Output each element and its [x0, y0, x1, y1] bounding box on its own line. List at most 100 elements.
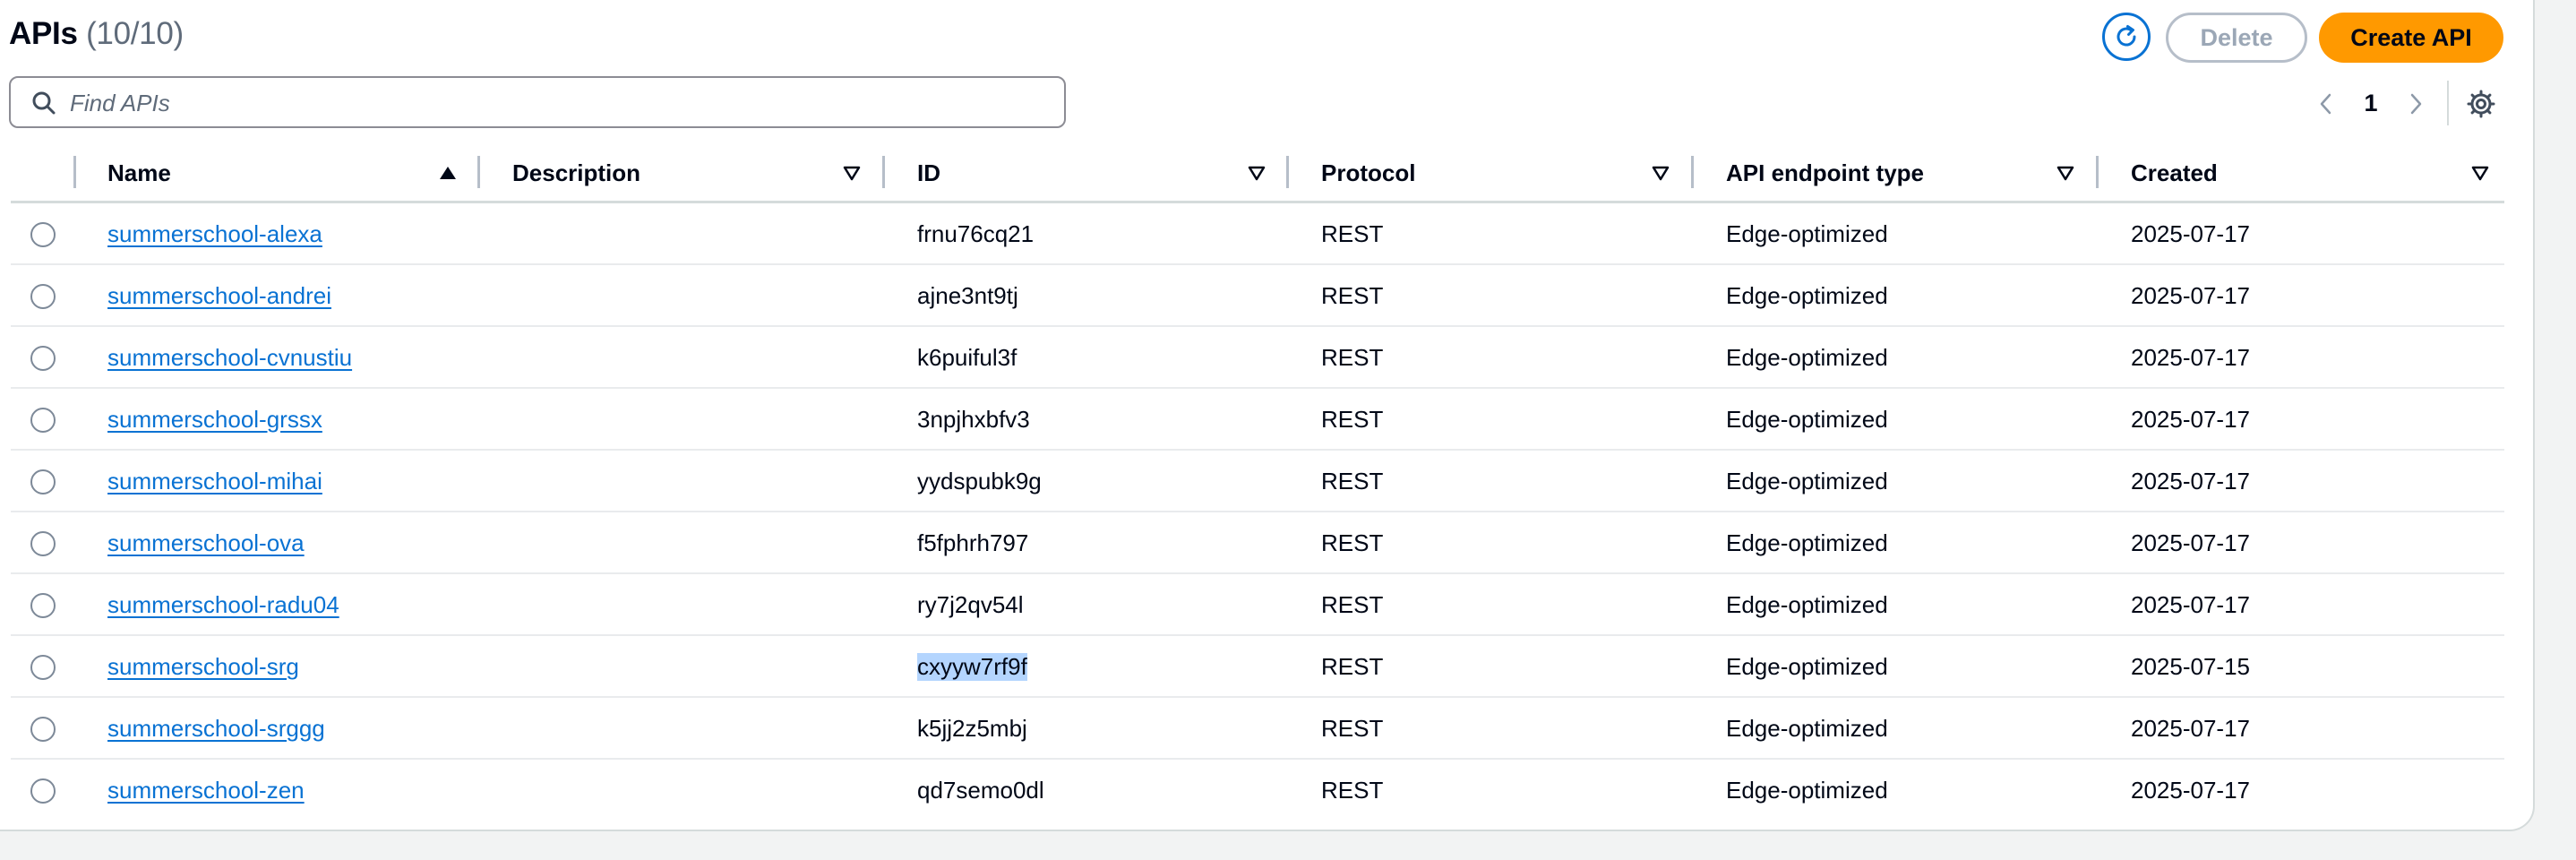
- row-select-radio[interactable]: [30, 593, 56, 618]
- column-header-id[interactable]: ID: [917, 145, 940, 201]
- cell-id: 3npjhxbfv3: [917, 389, 1030, 451]
- api-name-link[interactable]: summerschool-zen: [107, 777, 305, 804]
- cell-created: 2025-07-17: [2131, 777, 2250, 804]
- api-name-link[interactable]: summerschool-srggg: [107, 715, 325, 743]
- pagination-divider: [2447, 81, 2449, 125]
- api-name-link[interactable]: summerschool-mihai: [107, 468, 322, 495]
- cell-endpoint-type: Edge-optimized: [1726, 715, 1888, 742]
- row-select-radio[interactable]: [30, 655, 56, 680]
- cell-endpoint-type: Edge-optimized: [1726, 220, 1888, 247]
- create-api-button[interactable]: Create API: [2319, 13, 2503, 63]
- api-name-link[interactable]: summerschool-grssx: [107, 406, 322, 434]
- row-select-radio[interactable]: [30, 469, 56, 494]
- cell-id: f5fphrh797: [917, 512, 1028, 574]
- table-row[interactable]: summerschool-grssx 3npjhxbfv3 REST Edge-opt…: [11, 389, 2504, 451]
- cell-name: summerschool-radu04: [107, 574, 339, 636]
- table-row[interactable]: summerschool-andrei ajne3nt9tj REST Edge-op…: [11, 265, 2504, 327]
- search-box: [9, 76, 1066, 128]
- cell-endpoint-type: Edge-optimized: [1726, 653, 1888, 680]
- preferences-button[interactable]: [2465, 88, 2497, 120]
- cell-protocol: REST: [1321, 529, 1384, 556]
- api-name-link[interactable]: summerschool-radu04: [107, 591, 339, 619]
- cell-created: 2025-07-17: [2131, 591, 2250, 618]
- table-row[interactable]: summerschool-radu04 ry7j2qv54l REST Edge-op…: [11, 574, 2504, 636]
- previous-page-button[interactable]: [2313, 88, 2340, 120]
- api-name-link[interactable]: summerschool-ova: [107, 529, 305, 557]
- table-row[interactable]: summerschool-srggg k5jj2z5mbj REST Edge-opt…: [11, 698, 2504, 760]
- cell-endpoint-type: Edge-optimized: [1726, 777, 1888, 804]
- cell-id: ry7j2qv54l: [917, 574, 1024, 636]
- cell-created: 2025-07-15: [2131, 653, 2250, 680]
- apis-panel: APIs (10/10) Delete Create API 1: [0, 0, 2535, 831]
- cell-created: 2025-07-17: [2131, 529, 2250, 556]
- cell-name: summerschool-zen: [107, 760, 305, 821]
- cell-protocol: REST: [1321, 282, 1384, 309]
- api-id: k5jj2z5mbj: [917, 715, 1027, 742]
- column-separator[interactable]: [2096, 156, 2099, 188]
- table-row[interactable]: summerschool-mihai yydspubk9g REST Edge-opt…: [11, 451, 2504, 512]
- cell-id: k5jj2z5mbj: [917, 698, 1027, 760]
- sort-ascending-icon[interactable]: [438, 163, 458, 183]
- api-name-link[interactable]: summerschool-cvnustiu: [107, 344, 352, 372]
- cell-id: yydspubk9g: [917, 451, 1042, 512]
- row-select-radio[interactable]: [30, 284, 56, 309]
- chevron-left-icon: [2320, 93, 2331, 115]
- table-header: Name Description ID Protocol API endpoin…: [11, 145, 2504, 203]
- sort-icon[interactable]: [842, 163, 862, 183]
- cell-endpoint-type: Edge-optimized: [1726, 344, 1888, 371]
- column-header-endpoint-type[interactable]: API endpoint type: [1726, 145, 1924, 201]
- sort-icon[interactable]: [1651, 163, 1670, 183]
- cell-protocol: REST: [1321, 468, 1384, 494]
- column-separator[interactable]: [1286, 156, 1289, 188]
- search-input[interactable]: [68, 85, 1048, 121]
- column-header-description[interactable]: Description: [512, 145, 640, 201]
- page-title: APIs (10/10): [9, 16, 184, 52]
- column-separator[interactable]: [882, 156, 885, 188]
- table-row[interactable]: summerschool-cvnustiu k6puiful3f REST Edge-…: [11, 327, 2504, 389]
- row-select-radio[interactable]: [30, 717, 56, 742]
- row-select-radio[interactable]: [30, 222, 56, 247]
- cell-id: qd7semo0dl: [917, 760, 1044, 821]
- table-row[interactable]: summerschool-alexa frnu76cq21 REST Edge-opt…: [11, 203, 2504, 265]
- cell-name: summerschool-ova: [107, 512, 305, 574]
- api-name-link[interactable]: summerschool-alexa: [107, 220, 322, 248]
- column-header-created[interactable]: Created: [2131, 145, 2218, 201]
- cell-protocol: REST: [1321, 406, 1384, 433]
- table-row[interactable]: summerschool-zen qd7semo0dl REST Edge-optim…: [11, 760, 2504, 821]
- column-header-protocol[interactable]: Protocol: [1321, 145, 1415, 201]
- api-id: f5fphrh797: [917, 529, 1029, 556]
- next-page-button[interactable]: [2402, 88, 2429, 120]
- row-select-radio[interactable]: [30, 778, 56, 804]
- column-separator[interactable]: [1691, 156, 1694, 188]
- api-name-link[interactable]: summerschool-srg: [107, 653, 299, 681]
- column-separator[interactable]: [73, 156, 76, 188]
- sort-icon[interactable]: [2470, 163, 2490, 183]
- refresh-button[interactable]: [2102, 13, 2151, 61]
- table-body: summerschool-alexa frnu76cq21 REST Edge-opt…: [11, 203, 2504, 821]
- sort-icon[interactable]: [2056, 163, 2075, 183]
- delete-button[interactable]: Delete: [2166, 13, 2307, 63]
- cell-name: summerschool-grssx: [107, 389, 322, 451]
- row-select-radio[interactable]: [30, 531, 56, 556]
- cell-id: k6puiful3f: [917, 327, 1017, 389]
- api-name-link[interactable]: summerschool-andrei: [107, 282, 331, 310]
- table-row[interactable]: summerschool-srg cxyyw7rf9f REST Edge-optim…: [11, 636, 2504, 698]
- cell-created: 2025-07-17: [2131, 220, 2250, 247]
- column-header-name[interactable]: Name: [107, 145, 171, 201]
- api-id: yydspubk9g: [917, 468, 1042, 494]
- cell-id: frnu76cq21: [917, 203, 1034, 265]
- cell-created: 2025-07-17: [2131, 282, 2250, 309]
- page-number-1[interactable]: 1: [2357, 90, 2384, 117]
- cell-name: summerschool-cvnustiu: [107, 327, 352, 389]
- cell-protocol: REST: [1321, 220, 1384, 247]
- cell-name: summerschool-srggg: [107, 698, 325, 760]
- cell-created: 2025-07-17: [2131, 715, 2250, 742]
- table-row[interactable]: summerschool-ova f5fphrh797 REST Edge-optim…: [11, 512, 2504, 574]
- sort-icon[interactable]: [1247, 163, 1267, 183]
- cell-endpoint-type: Edge-optimized: [1726, 468, 1888, 494]
- chevron-right-icon: [2410, 93, 2422, 115]
- column-separator[interactable]: [477, 156, 480, 188]
- page-title-text: APIs: [9, 16, 78, 51]
- row-select-radio[interactable]: [30, 346, 56, 371]
- row-select-radio[interactable]: [30, 408, 56, 433]
